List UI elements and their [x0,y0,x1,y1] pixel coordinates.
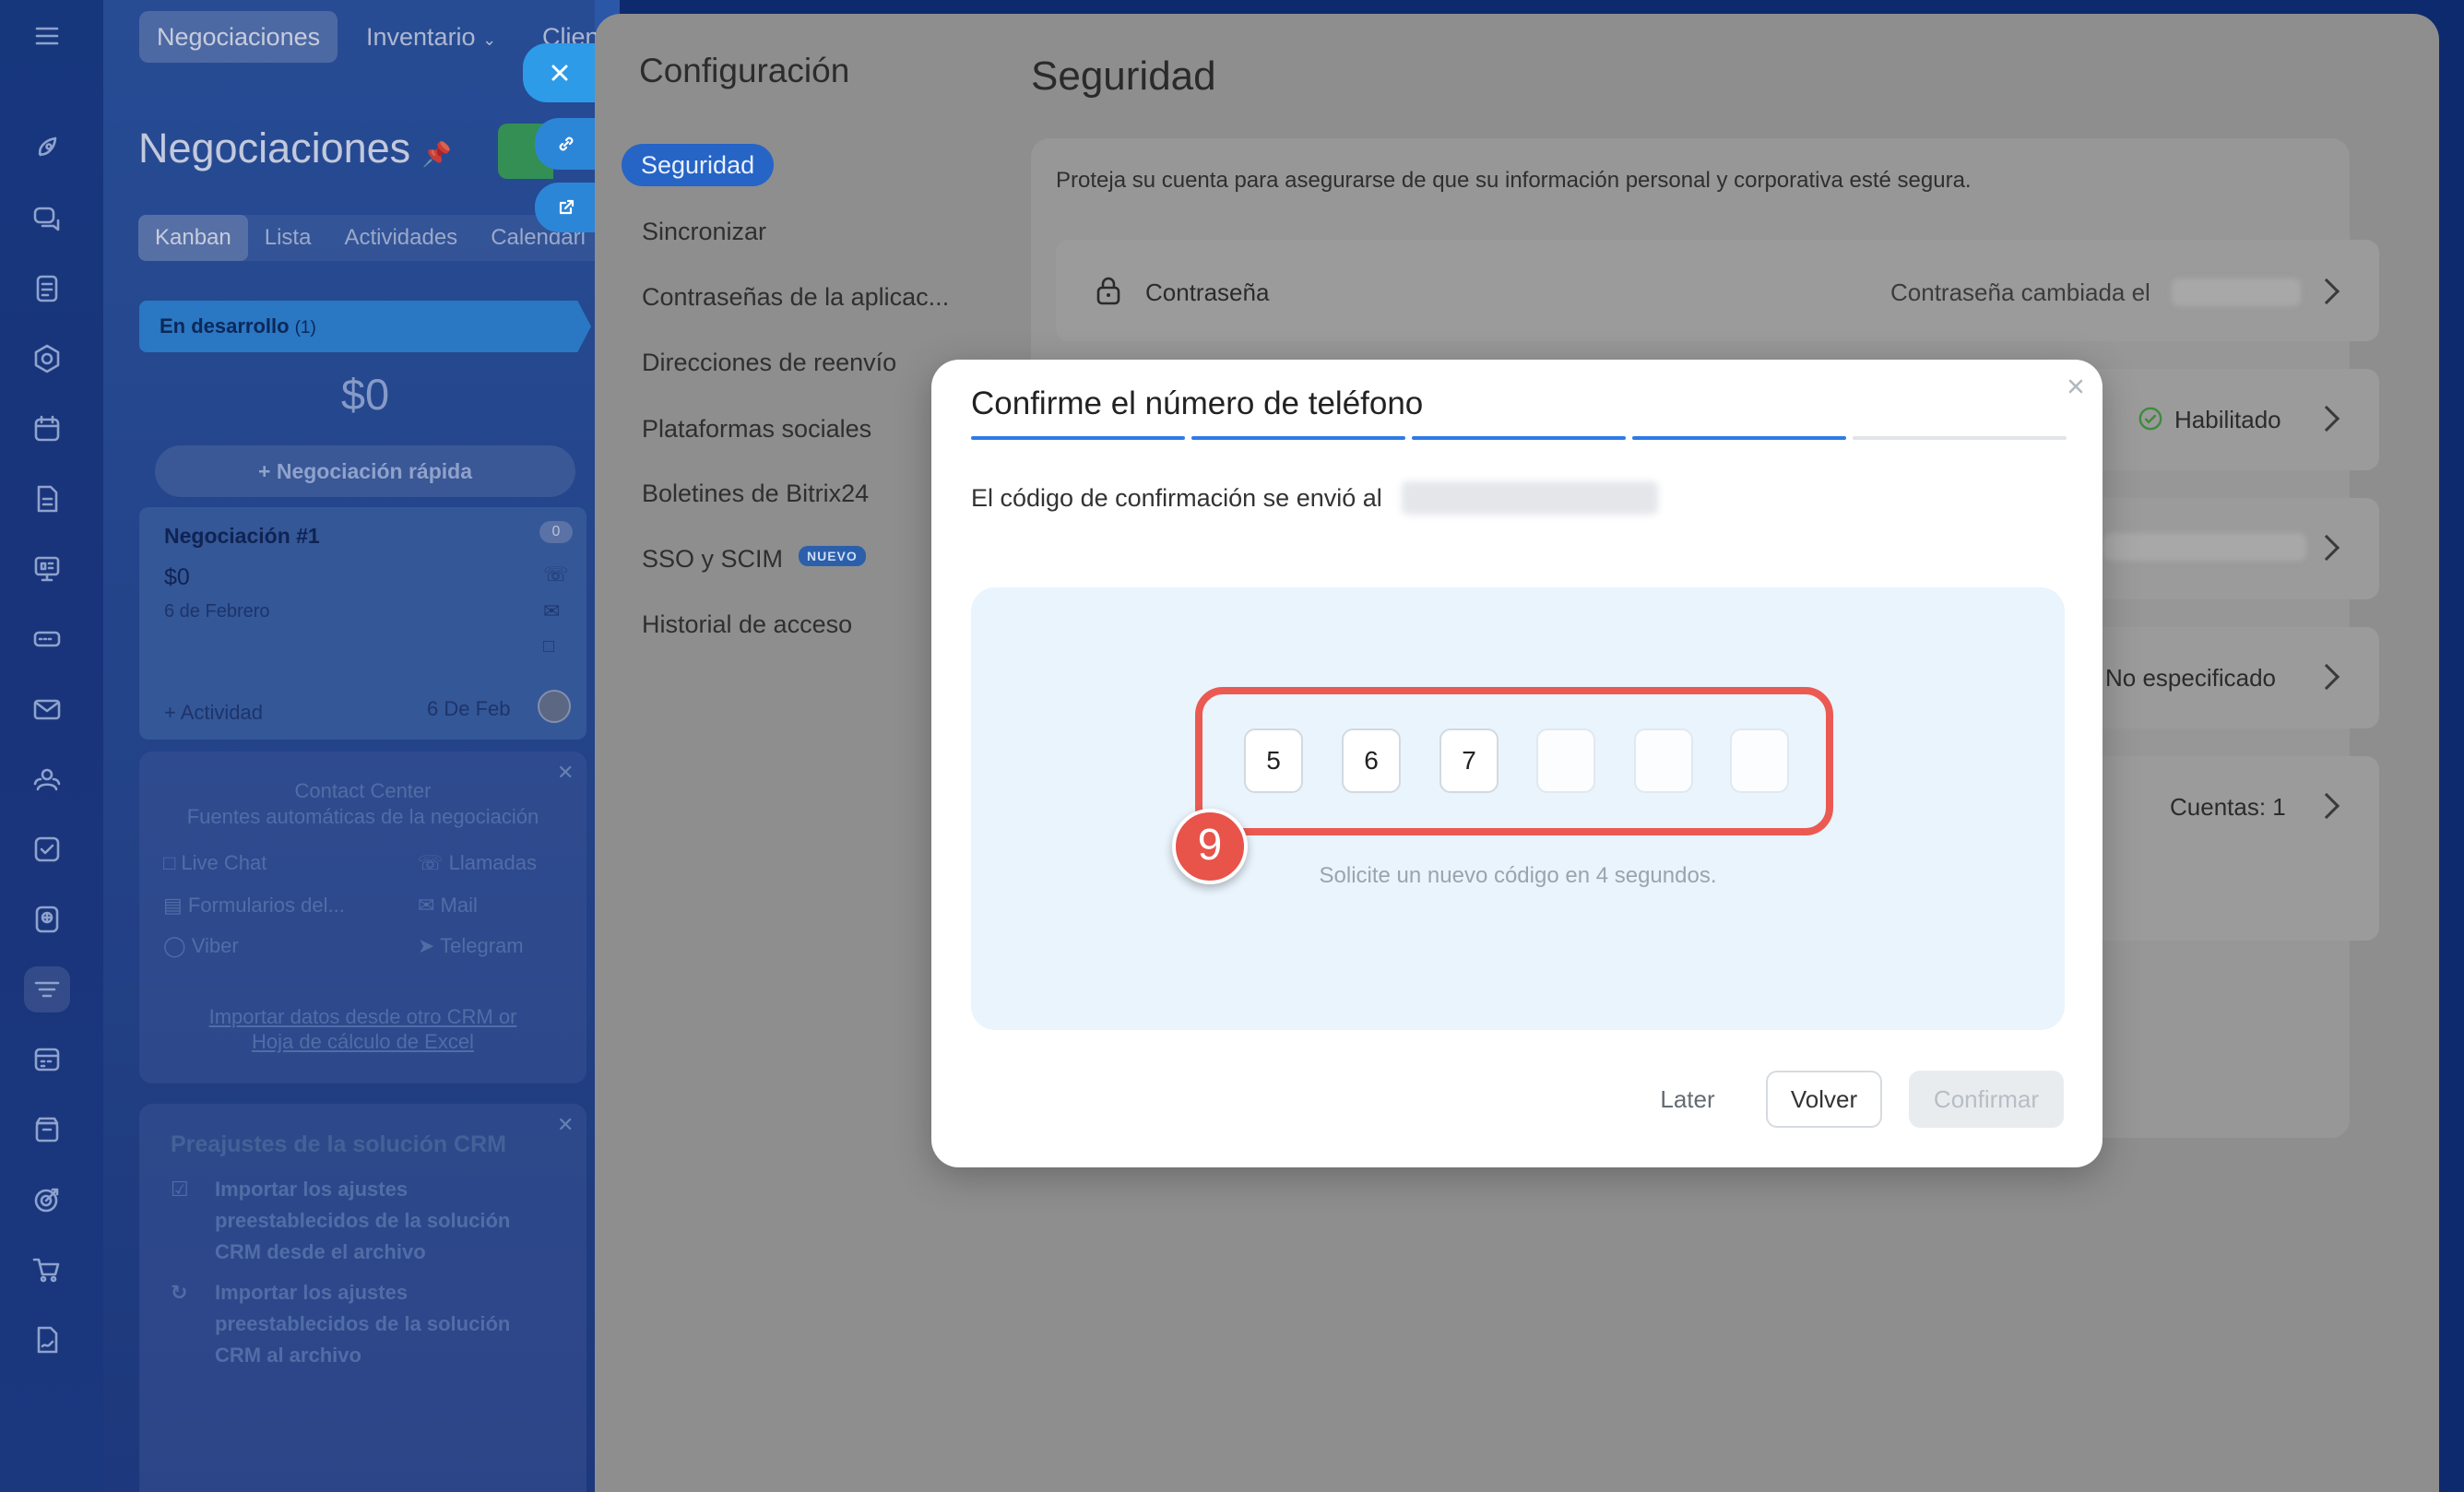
settings-title: Configuración [639,52,850,89]
progress-segment [1412,436,1626,440]
progress-segment [1853,436,2067,440]
progress-segment [1632,436,1846,440]
menu-item-access-history[interactable]: Historial de acceso [642,610,852,639]
code-digit-4[interactable] [1536,728,1595,793]
progress-segment [971,436,1185,440]
confirm-button[interactable]: Confirmar [1909,1071,2064,1128]
phone-number-redacted [1402,481,1658,515]
two-factor-status: Habilitado [2174,406,2281,433]
password-row[interactable]: Contraseña Contraseña cambiada el [1056,240,2379,341]
new-badge: NUEVO [799,546,866,566]
back-button[interactable]: Volver [1766,1071,1882,1128]
lock-icon [1095,275,1122,306]
dialog-close-button[interactable] [2063,373,2089,399]
section-title: Seguridad [1031,53,1216,99]
password-date-redacted [2172,278,2301,306]
menu-item-sync[interactable]: Sincronizar [642,218,766,246]
open-new-window-button[interactable] [535,183,597,232]
menu-item-sso[interactable]: SSO y SCIM [642,545,783,574]
code-sent-text: El código de confirmación se envió al [971,484,1382,512]
code-digit-5[interactable] [1634,728,1693,793]
security-description: Proteja su cuenta para asegurarse de que… [1056,168,1972,193]
dialog-title: Confirme el número de teléfono [971,385,1424,421]
email-redacted [2103,533,2306,561]
accounts-count: Cuentas: 1 [2170,793,2286,821]
copy-link-button[interactable] [535,118,597,170]
close-icon [2068,379,2083,394]
chevron-right-icon [2313,278,2340,305]
chevron-right-icon [2313,792,2340,820]
code-digit-2[interactable]: 6 [1342,728,1401,793]
recovery-status: No especificado [2105,664,2276,692]
external-link-icon [559,199,574,215]
menu-item-security[interactable]: Seguridad [622,144,775,186]
chevron-right-icon [2313,663,2340,691]
progress-segment [1191,436,1405,440]
menu-item-social[interactable]: Plataformas sociales [642,415,871,444]
later-button[interactable]: Later [1640,1072,1735,1127]
close-icon [551,65,568,81]
password-label: Contraseña [1145,278,1270,306]
code-digit-6[interactable] [1730,728,1789,793]
background-overlay [0,0,595,1492]
chevron-right-icon [2313,534,2340,562]
check-circle-icon [2138,406,2163,432]
menu-item-app-passwords[interactable]: Contraseñas de la aplicac... [642,283,949,312]
code-digit-3[interactable]: 7 [1439,728,1499,793]
menu-item-forwarding[interactable]: Direcciones de reenvío [642,349,896,377]
link-icon [559,136,573,151]
close-slider-button[interactable] [523,43,597,102]
menu-item-newsletters[interactable]: Boletines de Bitrix24 [642,480,869,508]
resend-timer-text: Solicite un nuevo código en 4 segundos. [1319,863,1717,888]
code-digit-1[interactable]: 5 [1244,728,1303,793]
password-status: Contraseña cambiada el [1890,278,2150,306]
chevron-right-icon [2313,405,2340,432]
